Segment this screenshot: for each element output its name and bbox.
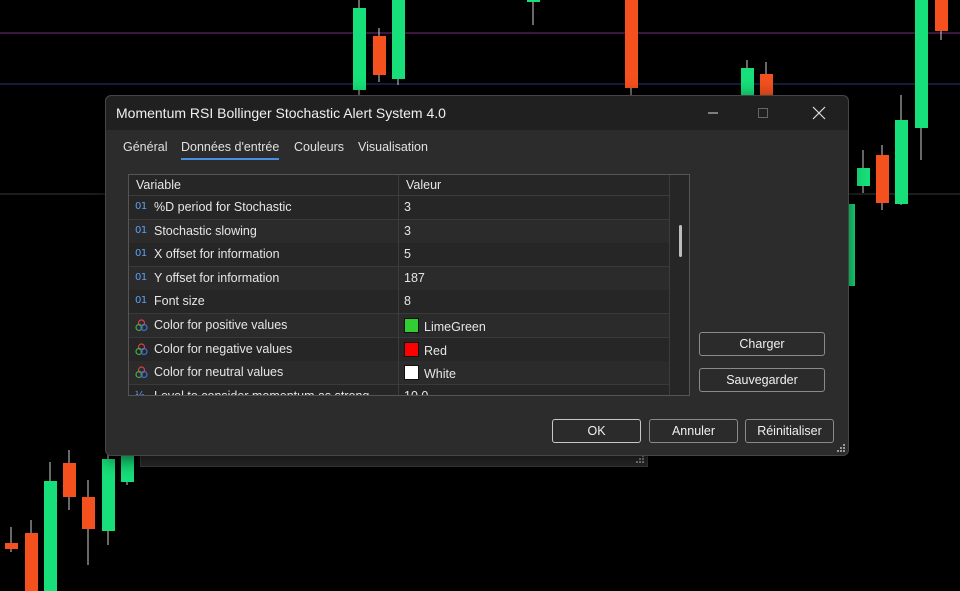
bearish-candle bbox=[5, 543, 18, 549]
integer-type-icon: 01 bbox=[135, 248, 147, 260]
input-value-text: 5 bbox=[404, 247, 411, 262]
reset-button[interactable]: Réinitialiser bbox=[745, 419, 834, 443]
input-value-text: LimeGreen bbox=[424, 320, 486, 334]
scrollbar-thumb[interactable] bbox=[679, 225, 682, 257]
maximize-button[interactable] bbox=[740, 96, 786, 130]
color-swatch[interactable] bbox=[404, 318, 419, 333]
bullish-candle bbox=[102, 459, 115, 531]
input-row[interactable]: Color for negative values Red bbox=[129, 337, 669, 362]
input-value[interactable]: 10.0 bbox=[404, 388, 429, 396]
input-value-text: White bbox=[424, 367, 456, 382]
window-title: Momentum RSI Bollinger Stochastic Alert … bbox=[116, 105, 446, 121]
bearish-candle bbox=[373, 36, 386, 75]
input-variable-name: Color for neutral values bbox=[154, 365, 284, 380]
color-palette-icon bbox=[135, 319, 149, 332]
bullish-candle bbox=[527, 0, 540, 2]
tab-inputs[interactable]: Données d'entrée bbox=[181, 140, 280, 160]
load-button[interactable]: Charger bbox=[699, 332, 825, 356]
column-header-value[interactable]: Valeur bbox=[406, 178, 441, 192]
bearish-candle bbox=[625, 0, 638, 88]
cancel-button[interactable]: Annuler bbox=[649, 419, 738, 443]
bullish-candle bbox=[895, 120, 908, 204]
input-row[interactable]: 01 Y offset for information 187 bbox=[129, 266, 669, 291]
close-icon bbox=[812, 106, 826, 120]
color-palette-icon bbox=[135, 342, 149, 356]
input-row[interactable]: 01 %D period for Stochastic 3 bbox=[129, 196, 669, 220]
input-value-text: 187 bbox=[404, 270, 425, 285]
resize-grip-icon[interactable] bbox=[836, 443, 846, 453]
input-value-text: 3 bbox=[404, 200, 411, 214]
bearish-candle bbox=[876, 155, 889, 203]
minimize-icon bbox=[708, 112, 718, 114]
integer-type-icon: 01 bbox=[135, 295, 147, 307]
column-header-variable[interactable]: Variable bbox=[136, 178, 181, 192]
input-row[interactable]: ½ Level to consider momentum as strong 10.… bbox=[129, 384, 669, 396]
input-value-text: 3 bbox=[404, 223, 411, 238]
color-swatch[interactable] bbox=[404, 365, 419, 381]
input-variable-name: Y offset for information bbox=[154, 270, 280, 285]
column-separator bbox=[398, 175, 399, 395]
input-variable-name: %D period for Stochastic bbox=[154, 200, 292, 214]
bearish-candle bbox=[935, 0, 948, 31]
tab-visualisation[interactable]: Visualisation bbox=[358, 140, 428, 158]
input-value-text: Red bbox=[424, 343, 447, 358]
input-variable-name: Color for positive values bbox=[154, 318, 288, 332]
input-row[interactable]: 01 Stochastic slowing 3 bbox=[129, 219, 669, 244]
bullish-candle bbox=[44, 481, 57, 591]
bullish-candle bbox=[121, 455, 134, 482]
bullish-candle bbox=[857, 168, 870, 186]
bullish-candle bbox=[392, 0, 405, 79]
input-value[interactable]: LimeGreen bbox=[404, 318, 486, 334]
double-type-icon: ½ bbox=[135, 389, 145, 396]
bullish-candle bbox=[741, 68, 754, 95]
grid-header: Variable Valeur bbox=[129, 175, 669, 196]
input-row[interactable]: 01 X offset for information 5 bbox=[129, 243, 669, 268]
input-variable-name: Stochastic slowing bbox=[154, 223, 257, 238]
bullish-candle bbox=[915, 0, 928, 128]
bullish-candle bbox=[353, 8, 366, 90]
ok-button[interactable]: OK bbox=[552, 419, 641, 443]
integer-type-icon: 01 bbox=[135, 271, 147, 283]
input-variable-name: Font size bbox=[154, 294, 205, 309]
bearish-candle bbox=[63, 463, 76, 497]
color-swatch[interactable] bbox=[404, 341, 419, 357]
close-button[interactable] bbox=[796, 96, 842, 130]
color-palette-icon bbox=[135, 366, 149, 379]
input-row[interactable]: Color for positive values LimeGreen bbox=[129, 314, 669, 338]
indicator-settings-dialog: Momentum RSI Bollinger Stochastic Alert … bbox=[105, 95, 849, 456]
input-value[interactable]: 3 bbox=[404, 200, 411, 214]
vertical-scrollbar[interactable] bbox=[669, 175, 689, 395]
input-variable-name: Color for negative values bbox=[154, 341, 293, 356]
maximize-icon bbox=[758, 108, 768, 118]
input-row[interactable]: Color for neutral values White bbox=[129, 361, 669, 386]
integer-type-icon: 01 bbox=[135, 201, 147, 212]
tab-colors[interactable]: Couleurs bbox=[294, 140, 344, 158]
input-value[interactable]: 8 bbox=[404, 294, 411, 308]
bearish-candle bbox=[25, 533, 38, 591]
minimize-button[interactable] bbox=[690, 96, 736, 130]
input-value[interactable]: 3 bbox=[404, 224, 411, 238]
input-value[interactable]: White bbox=[404, 365, 456, 381]
input-variable-name: Level to consider momentum as strong bbox=[154, 388, 370, 396]
input-value[interactable]: 5 bbox=[404, 247, 411, 261]
bearish-candle bbox=[760, 74, 773, 95]
input-row[interactable]: 01 Font size 8 bbox=[129, 290, 669, 315]
bearish-candle bbox=[82, 497, 95, 529]
input-value-text: 10.0 bbox=[404, 388, 429, 396]
integer-type-icon: 01 bbox=[135, 224, 147, 236]
inputs-grid: Variable Valeur 01 %D period for Stochast… bbox=[128, 174, 690, 396]
tab-general[interactable]: Général bbox=[123, 140, 167, 158]
title-bar[interactable]: Momentum RSI Bollinger Stochastic Alert … bbox=[106, 96, 848, 130]
input-value-text: 8 bbox=[404, 294, 411, 309]
input-value[interactable]: Red bbox=[404, 341, 447, 358]
input-value[interactable]: 187 bbox=[404, 271, 425, 285]
save-button[interactable]: Sauvegarder bbox=[699, 368, 825, 392]
input-variable-name: X offset for information bbox=[154, 247, 280, 262]
